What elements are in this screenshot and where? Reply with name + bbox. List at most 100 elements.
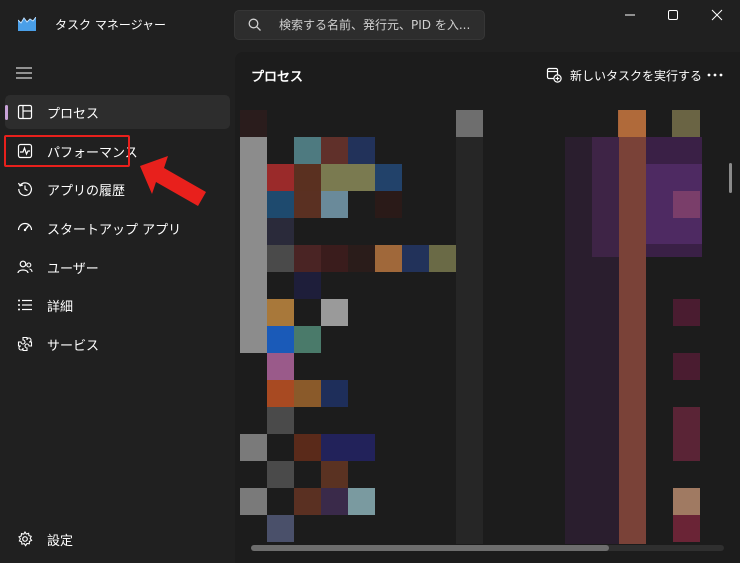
- horizontal-scrollbar-thumb[interactable]: [251, 545, 609, 551]
- main-panel: プロセス 新しいタスクを実行する: [235, 52, 740, 563]
- details-icon: [18, 299, 32, 311]
- red-arrow-icon: [140, 156, 206, 206]
- maximize-button[interactable]: [650, 0, 696, 30]
- pixel-block: [321, 164, 348, 191]
- pixel-block: [267, 461, 294, 488]
- users-icon: [17, 260, 33, 274]
- pixel-block: [240, 488, 267, 515]
- title-bar: タスク マネージャー: [0, 0, 740, 48]
- hamburger-menu-icon[interactable]: [14, 64, 34, 82]
- pixel-block: [294, 245, 321, 272]
- pixel-block: [321, 461, 348, 488]
- task-manager-icon: [18, 17, 36, 31]
- pixel-block: [294, 488, 321, 515]
- pixel-block: [348, 245, 375, 272]
- active-indicator: [5, 105, 8, 120]
- pixel-block: [267, 380, 294, 407]
- pixel-block: [592, 137, 619, 257]
- task-manager-window: タスク マネージャー 検索する名前、発行元、PID を入... プロセス パフォ…: [0, 0, 740, 563]
- process-list-pixelated: [240, 99, 730, 544]
- run-new-task-button[interactable]: 新しいタスクを実行する: [546, 64, 702, 86]
- sidebar-item-processes[interactable]: プロセス: [5, 95, 230, 129]
- app-history-icon: [17, 182, 32, 197]
- run-new-task-label: 新しいタスクを実行する: [570, 68, 703, 83]
- pixel-block: [294, 191, 321, 218]
- pixel-block: [673, 488, 700, 515]
- pixel-block: [375, 164, 402, 191]
- pixel-block: [267, 191, 294, 218]
- maximize-icon: [668, 10, 678, 20]
- pixel-block: [619, 110, 646, 137]
- pixel-block: [673, 191, 700, 218]
- pixel-block: [267, 353, 294, 380]
- processes-icon: [17, 104, 33, 120]
- sidebar-item-label: アプリの履歴: [47, 184, 126, 199]
- pixel-block: [321, 191, 348, 218]
- sidebar-item-users[interactable]: ユーザー: [5, 250, 230, 284]
- close-icon: [711, 9, 723, 21]
- sidebar-item-label: ユーザー: [47, 262, 99, 277]
- pixel-block: [456, 110, 483, 544]
- pixel-block: [402, 245, 429, 272]
- pixel-block: [267, 326, 294, 353]
- pixel-block: [294, 380, 321, 407]
- pixel-block: [673, 353, 700, 380]
- pixel-block: [673, 299, 700, 326]
- page-title: プロセス: [251, 70, 304, 85]
- pixel-block: [321, 488, 348, 515]
- pixel-block: [240, 110, 267, 137]
- pixel-block: [267, 515, 294, 542]
- pixel-block: [348, 488, 375, 515]
- pixel-block: [673, 515, 700, 542]
- pixel-block: [321, 137, 348, 164]
- pixel-block: [429, 245, 456, 272]
- pixel-block: [267, 407, 294, 434]
- sidebar-item-label: プロセス: [47, 107, 100, 122]
- pixel-block: [673, 110, 700, 137]
- sidebar-item-services[interactable]: サービス: [5, 327, 230, 361]
- pixel-block: [321, 380, 348, 407]
- pixel-block: [321, 434, 348, 461]
- sidebar-item-label: スタートアップ アプリ: [47, 223, 182, 238]
- sidebar-item-label: 設定: [47, 534, 74, 549]
- pixel-block: [267, 299, 294, 326]
- pixel-block: [294, 272, 321, 299]
- pixel-block: [267, 164, 294, 191]
- search-box[interactable]: [234, 10, 485, 40]
- horizontal-scrollbar[interactable]: [251, 545, 724, 551]
- minimize-button[interactable]: [607, 0, 653, 30]
- pixel-block: [294, 326, 321, 353]
- sidebar-item-details[interactable]: 詳細: [5, 288, 230, 322]
- pixel-block: [240, 137, 267, 353]
- search-input[interactable]: [279, 15, 475, 35]
- pixel-block: [348, 434, 375, 461]
- pixel-block: [240, 434, 267, 461]
- highlight-box: [4, 135, 130, 167]
- pixel-block: [294, 164, 321, 191]
- pixel-block: [619, 110, 646, 544]
- pixel-block: [673, 407, 700, 461]
- app-title: タスク マネージャー: [55, 18, 166, 32]
- pixel-block: [456, 110, 483, 137]
- more-options-icon[interactable]: [701, 64, 729, 86]
- pixel-block: [348, 137, 375, 164]
- pixel-block: [294, 137, 321, 164]
- run-task-icon: [546, 67, 562, 83]
- sidebar-item-startup-apps[interactable]: スタートアップ アプリ: [5, 211, 230, 245]
- sidebar-item-label: サービス: [47, 339, 100, 354]
- pixel-block: [294, 434, 321, 461]
- pixel-block: [375, 191, 402, 218]
- sidebar-item-settings[interactable]: 設定: [5, 522, 230, 556]
- search-icon: [248, 18, 261, 31]
- settings-icon: [18, 531, 33, 547]
- close-button[interactable]: [694, 0, 740, 30]
- services-icon: [17, 336, 33, 352]
- pixel-block: [348, 164, 375, 191]
- pixel-block: [267, 245, 294, 272]
- sidebar-item-label: 詳細: [47, 300, 74, 315]
- pixel-block: [267, 218, 294, 245]
- vertical-scrollbar[interactable]: [729, 163, 732, 193]
- startup-apps-icon: [17, 222, 33, 232]
- minimize-icon: [625, 14, 635, 16]
- pixel-block: [321, 245, 348, 272]
